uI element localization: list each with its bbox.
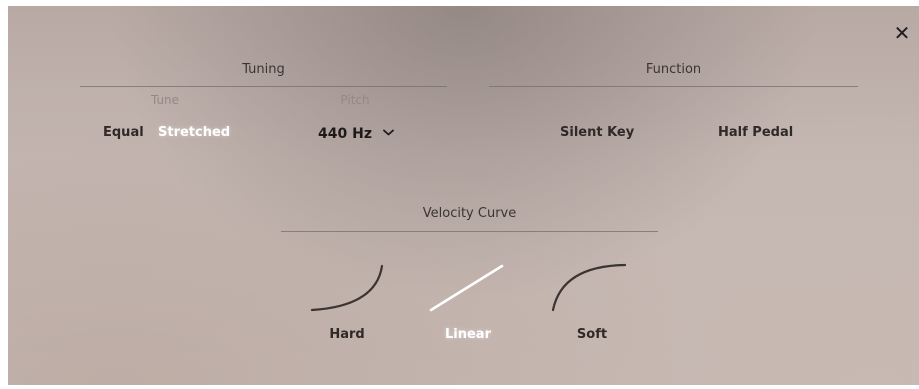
function-divider bbox=[489, 86, 858, 87]
velocity-curve-title: Velocity Curve bbox=[422, 206, 517, 221]
pitch-value: 440 Hz bbox=[318, 126, 372, 142]
linear-curve-label[interactable]: Linear bbox=[423, 327, 513, 342]
pitch-dropdown[interactable]: 440 Hz bbox=[318, 124, 394, 142]
tune-label: Tune bbox=[150, 93, 180, 107]
pitch-label: Pitch bbox=[340, 93, 370, 107]
tune-equal-button[interactable]: Equal bbox=[103, 125, 144, 140]
linear-curve-icon[interactable] bbox=[428, 262, 506, 314]
tuning-section-title: Tuning bbox=[242, 62, 285, 77]
soft-curve-icon[interactable] bbox=[550, 262, 628, 314]
velocity-curve-divider bbox=[281, 231, 658, 232]
chevron-down-icon bbox=[382, 124, 394, 140]
tune-stretched-button[interactable]: Stretched bbox=[158, 125, 230, 140]
silent-key-button[interactable]: Silent Key bbox=[560, 125, 634, 140]
soft-curve-label[interactable]: Soft bbox=[547, 327, 637, 342]
hard-curve-icon[interactable] bbox=[310, 262, 386, 314]
hard-curve-label[interactable]: Hard bbox=[302, 327, 392, 342]
tuning-divider bbox=[80, 86, 447, 87]
function-section-title: Function bbox=[645, 62, 702, 77]
half-pedal-button[interactable]: Half Pedal bbox=[718, 125, 793, 140]
close-icon[interactable]: ✕ bbox=[893, 22, 911, 44]
